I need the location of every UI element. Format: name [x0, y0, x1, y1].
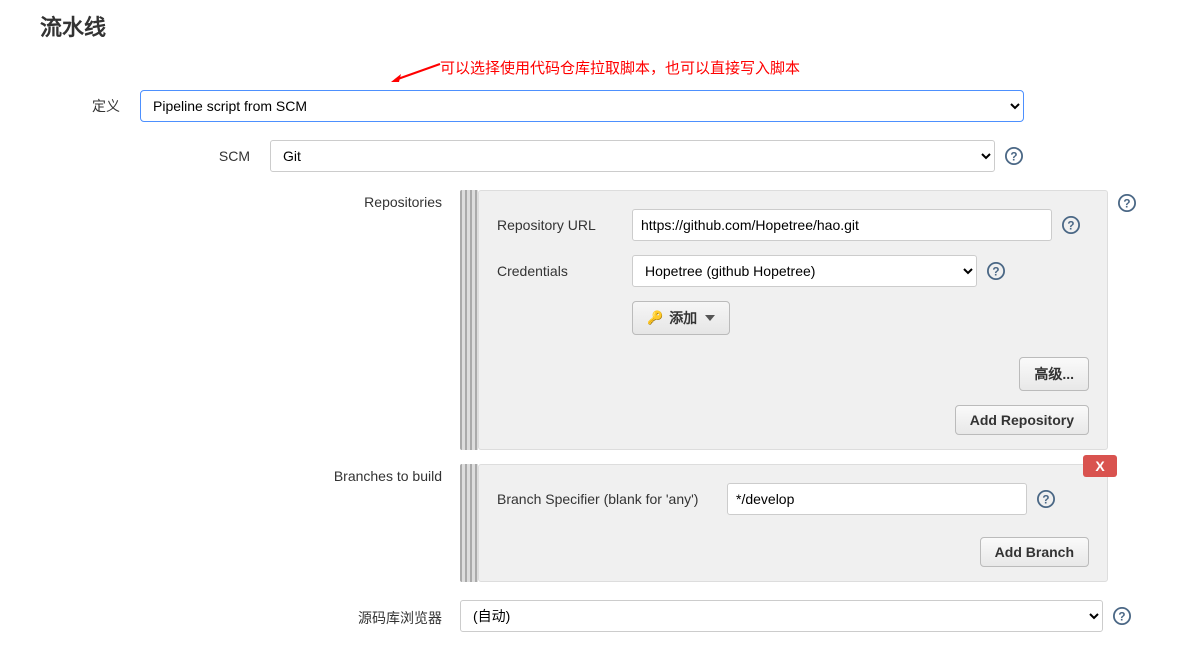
- drag-handle-br[interactable]: [460, 464, 478, 582]
- scm-label: SCM: [20, 148, 270, 164]
- svg-text:?: ?: [1067, 220, 1074, 233]
- annotation-arrow: [390, 62, 445, 82]
- credentials-select[interactable]: Hopetree (github Hopetree): [632, 255, 977, 287]
- repositories-box: Repository URL ? Credentials Hopetree (g…: [478, 190, 1108, 450]
- key-icon: 🔑: [647, 310, 663, 326]
- add-branch-button[interactable]: Add Branch: [980, 537, 1089, 567]
- svg-text:?: ?: [1010, 151, 1017, 164]
- delete-branch-button[interactable]: X: [1083, 455, 1117, 477]
- drag-handle[interactable]: [460, 190, 478, 450]
- scm-help-icon[interactable]: ?: [1005, 147, 1023, 165]
- branches-box: X Branch Specifier (blank for 'any') ? A…: [478, 464, 1108, 582]
- repository-url-label: Repository URL: [497, 217, 632, 233]
- branches-label: Branches to build: [20, 464, 460, 484]
- repo-browser-label: 源码库浏览器: [20, 604, 460, 628]
- repo-browser-select[interactable]: (自动): [460, 600, 1103, 632]
- caret-down-icon: [705, 315, 715, 321]
- repository-url-input[interactable]: [632, 209, 1052, 241]
- definition-select[interactable]: Pipeline script from SCM: [140, 90, 1024, 122]
- svg-text:?: ?: [1118, 611, 1125, 624]
- repo-url-help-icon[interactable]: ?: [1062, 216, 1080, 234]
- annotation-text: 可以选择使用代码仓库拉取脚本，也可以直接写入脚本: [440, 57, 800, 78]
- add-credentials-button[interactable]: 🔑 添加: [632, 301, 730, 335]
- page-title: 流水线: [40, 10, 1170, 42]
- repo-browser-help-icon[interactable]: ?: [1113, 607, 1131, 625]
- svg-text:?: ?: [1042, 494, 1049, 507]
- add-repository-button[interactable]: Add Repository: [955, 405, 1089, 435]
- credentials-help-icon[interactable]: ?: [987, 262, 1005, 280]
- add-credentials-label: 添加: [669, 308, 697, 328]
- branch-specifier-help-icon[interactable]: ?: [1037, 490, 1055, 508]
- svg-text:?: ?: [992, 266, 999, 279]
- svg-text:?: ?: [1123, 198, 1130, 211]
- credentials-label: Credentials: [497, 263, 632, 279]
- advanced-button[interactable]: 高级...: [1019, 357, 1089, 391]
- repositories-label: Repositories: [20, 190, 460, 210]
- scm-select[interactable]: Git: [270, 140, 995, 172]
- definition-label: 定义: [20, 96, 140, 116]
- branch-specifier-label: Branch Specifier (blank for 'any'): [497, 491, 727, 507]
- branch-specifier-input[interactable]: [727, 483, 1027, 515]
- repositories-help-icon[interactable]: ?: [1118, 194, 1136, 212]
